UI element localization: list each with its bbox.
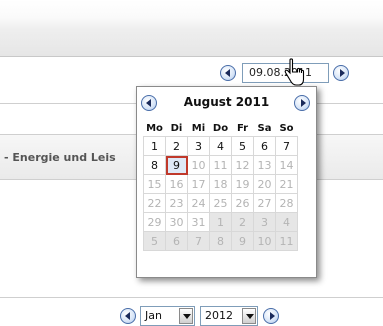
calendar-day[interactable]: 21 <box>275 174 298 194</box>
month-next-button[interactable] <box>263 308 279 324</box>
calendar-day[interactable]: 25 <box>209 193 232 213</box>
calendar-day[interactable]: 22 <box>143 193 166 213</box>
calendar-day[interactable]: 10 <box>253 231 276 251</box>
calendar-day[interactable]: 5 <box>143 231 166 251</box>
weekday-header-row: Mo Di Mi Do Fr Sa So <box>144 121 298 137</box>
calendar-popup: August 2011 Mo Di Mi Do Fr Sa So 1 2 3 4 5 6 7 8 9 10 11… <box>136 86 317 278</box>
calendar-day[interactable]: 6 <box>253 136 276 156</box>
month-select[interactable]: Jan <box>140 306 195 326</box>
calendar-day[interactable]: 29 <box>143 212 166 232</box>
calendar-day[interactable]: 8 <box>143 155 166 175</box>
dropdown-arrow-icon[interactable] <box>242 308 256 324</box>
year-select-value: 2012 <box>205 309 233 322</box>
weekday-header: Do <box>212 123 229 134</box>
calendar-day[interactable]: 14 <box>275 155 298 175</box>
weekday-header: Mo <box>146 123 163 134</box>
calendar-day[interactable]: 2 <box>165 136 188 156</box>
calendar-day[interactable]: 9 <box>231 231 254 251</box>
month-select-value: Jan <box>145 309 162 322</box>
calendar-week-row: 22 23 24 25 26 27 28 <box>143 193 298 213</box>
arrow-right-icon <box>340 69 345 77</box>
calendar-next-month-button[interactable] <box>294 95 310 111</box>
weekday-header: So <box>279 123 294 134</box>
calendar-day[interactable]: 11 <box>275 231 298 251</box>
calendar-day[interactable]: 3 <box>253 212 276 232</box>
calendar-day[interactable]: 1 <box>143 136 166 156</box>
calendar-day[interactable]: 18 <box>209 174 232 194</box>
arrow-right-icon <box>301 99 306 107</box>
arrow-right-icon <box>270 312 275 320</box>
calendar-week-row: 29 30 31 1 2 3 4 <box>143 212 298 232</box>
calendar-day[interactable]: 16 <box>165 174 188 194</box>
calendar-day[interactable]: 13 <box>253 155 276 175</box>
calendar-day[interactable]: 27 <box>253 193 276 213</box>
calendar-day[interactable]: 6 <box>165 231 188 251</box>
calendar-day[interactable]: 10 <box>187 155 210 175</box>
month-prev-button[interactable] <box>120 308 136 324</box>
calendar-day[interactable]: 7 <box>187 231 210 251</box>
calendar-day[interactable]: 4 <box>209 136 232 156</box>
calendar-day[interactable]: 17 <box>187 174 210 194</box>
calendar-day[interactable]: 1 <box>209 212 232 232</box>
hand-cursor-icon <box>284 58 305 86</box>
dropdown-arrow-icon[interactable] <box>179 308 193 324</box>
weekday-header: Mi <box>191 123 206 134</box>
calendar-week-row: 8 9 10 11 12 13 14 <box>143 155 298 175</box>
year-select[interactable]: 2012 <box>200 306 258 326</box>
date-prev-button[interactable] <box>220 65 236 81</box>
calendar-day-selected[interactable]: 9 <box>165 155 188 175</box>
date-next-button[interactable] <box>333 65 349 81</box>
calendar-day[interactable]: 15 <box>143 174 166 194</box>
calendar-day[interactable]: 28 <box>275 193 298 213</box>
calendar-grid: Mo Di Mi Do Fr Sa So 1 2 3 4 5 6 7 8 9 10 11 12 13 14 15 16 17… <box>143 121 298 251</box>
weekday-header: Sa <box>257 123 272 134</box>
arrow-left-icon <box>125 312 130 320</box>
calendar-day[interactable]: 7 <box>275 136 298 156</box>
calendar-week-row: 15 16 17 18 19 20 21 <box>143 174 298 194</box>
calendar-day[interactable]: 19 <box>231 174 254 194</box>
weekday-header: Fr <box>236 123 249 134</box>
calendar-week-row: 5 6 7 8 9 10 11 <box>143 231 298 251</box>
calendar-day[interactable]: 4 <box>275 212 298 232</box>
arrow-left-icon <box>225 69 230 77</box>
section-label: - Energie und Leis <box>4 151 116 164</box>
calendar-day[interactable]: 5 <box>231 136 254 156</box>
calendar-day[interactable]: 12 <box>231 155 254 175</box>
weekday-header: Di <box>170 123 183 134</box>
calendar-day[interactable]: 11 <box>209 155 232 175</box>
footer-divider <box>0 297 383 298</box>
calendar-day[interactable]: 26 <box>231 193 254 213</box>
calendar-day[interactable]: 23 <box>165 193 188 213</box>
calendar-day[interactable]: 20 <box>253 174 276 194</box>
calendar-month-title: August 2011 <box>183 95 270 109</box>
calendar-week-row: 1234567 <box>143 136 298 156</box>
calendar-day[interactable]: 3 <box>187 136 210 156</box>
calendar-day[interactable]: 30 <box>165 212 188 232</box>
calendar-day[interactable]: 31 <box>187 212 210 232</box>
header-band <box>0 0 383 57</box>
calendar-day[interactable]: 2 <box>231 212 254 232</box>
calendar-day[interactable]: 8 <box>209 231 232 251</box>
calendar-day[interactable]: 24 <box>187 193 210 213</box>
